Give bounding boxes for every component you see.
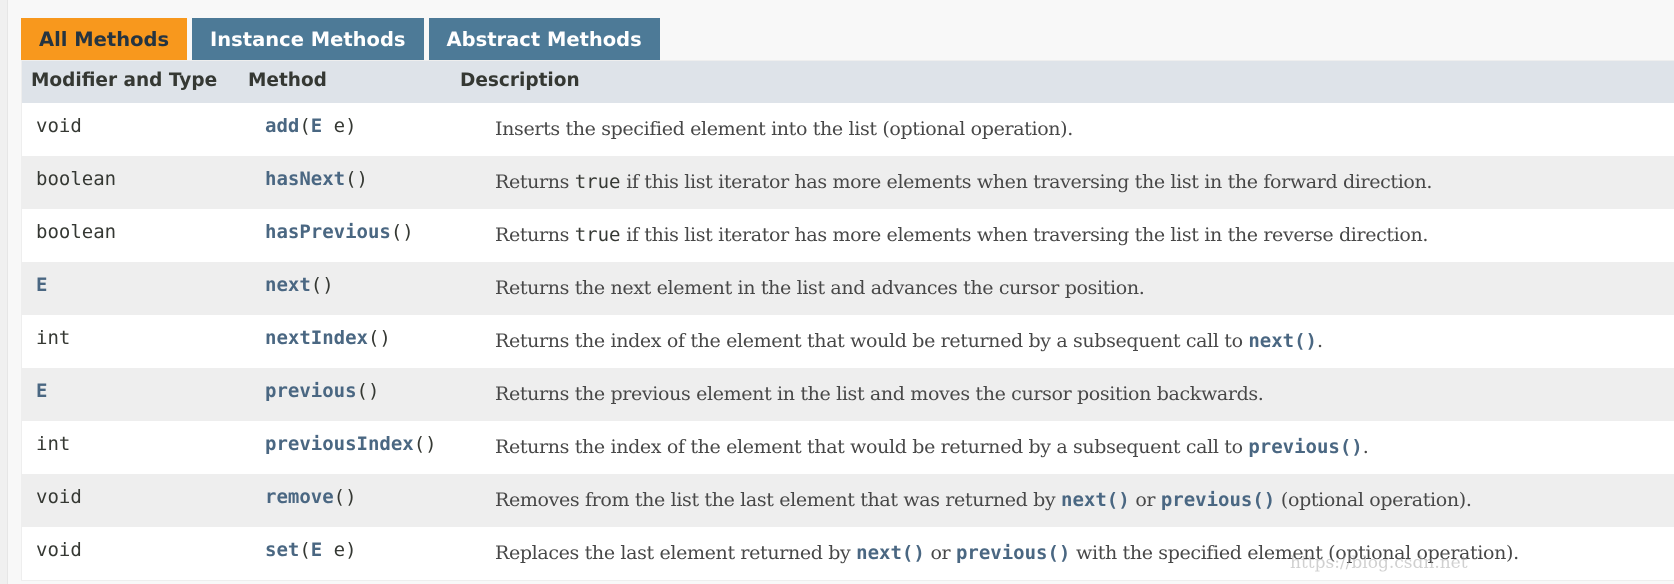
method-name-link[interactable]: next	[265, 274, 311, 296]
modifier-type: int	[36, 433, 71, 455]
param-text: ()	[333, 486, 357, 508]
method-signature: nextIndex()	[265, 327, 391, 349]
description-text: or	[924, 542, 956, 564]
param-text: (	[299, 115, 311, 137]
description-code-link[interactable]: next()	[856, 542, 925, 564]
description-text: .	[1362, 436, 1369, 458]
description-code-link[interactable]: previous()	[1161, 489, 1275, 511]
method-signature: previous()	[265, 380, 379, 402]
page-left-gutter	[0, 0, 8, 584]
method-signature: hasNext()	[265, 168, 368, 190]
table-row: void add(E e) Inserts the specified elemen…	[22, 103, 1674, 156]
method-summary-table: Modifier and Type Method Description voi…	[21, 60, 1674, 581]
method-name-link[interactable]: previousIndex	[265, 433, 414, 455]
description-text: Returns the index of the element that wo…	[495, 436, 1249, 458]
table-row: int previousIndex() Returns the index of t…	[22, 421, 1674, 474]
description-code-link[interactable]: previous()	[1248, 436, 1362, 458]
method-description: Removes from the list the last element t…	[495, 489, 1472, 511]
table-row: int nextIndex() Returns the index of the e…	[22, 315, 1674, 368]
tab-abstract-methods[interactable]: Abstract Methods	[428, 18, 660, 60]
description-text: with the specified element (optional ope…	[1070, 542, 1519, 564]
method-signature: previousIndex()	[265, 433, 437, 455]
param-text: ()	[345, 168, 368, 190]
method-description: Returns the next element in the list and…	[495, 277, 1145, 299]
table-body: void add(E e) Inserts the specified elemen…	[22, 103, 1674, 580]
method-name-link[interactable]: hasPrevious	[265, 221, 391, 243]
description-text: Inserts the specified element into the l…	[495, 118, 1073, 140]
method-description: Replaces the last element returned by ne…	[495, 542, 1519, 564]
modifier-type[interactable]: E	[36, 380, 47, 402]
method-name-link[interactable]: nextIndex	[265, 327, 368, 349]
table-header-row: Modifier and Type Method Description	[22, 61, 1674, 103]
table-row: Eprevious() Returns the previous element …	[22, 368, 1674, 421]
method-signature: next()	[265, 274, 334, 296]
description-text: Replaces the last element returned by	[495, 542, 857, 564]
method-description: Returns true if this list iterator has m…	[495, 224, 1428, 246]
description-code-link[interactable]: previous()	[956, 542, 1070, 564]
modifier-type: void	[36, 486, 82, 508]
method-description: Returns the index of the element that wo…	[495, 436, 1369, 458]
param-text: ()	[356, 380, 380, 402]
method-description: Inserts the specified element into the l…	[495, 118, 1073, 140]
param-text: ()	[390, 221, 414, 243]
description-text: if this list iterator has more elements …	[620, 171, 1433, 193]
table-row: boolean hasPrevious() Returns true if this…	[22, 209, 1674, 262]
method-name-link[interactable]: hasNext	[265, 168, 345, 190]
modifier-type: boolean	[36, 221, 117, 243]
modifier-type: void	[36, 539, 82, 561]
description-code-link[interactable]: next()	[1248, 330, 1317, 352]
param-text: ()	[310, 274, 334, 296]
method-name-link[interactable]: add	[265, 115, 299, 137]
table-row: void set(E e) Replaces the last element re…	[22, 527, 1674, 580]
column-header-description: Description	[460, 70, 580, 91]
method-signature: hasPrevious()	[265, 221, 414, 243]
method-filter-tabs: All Methods Instance Methods Abstract Me…	[21, 18, 660, 60]
method-signature: add(E e)	[265, 115, 357, 137]
table-row: Enext() Returns the next element in the l…	[22, 262, 1674, 315]
table-row: boolean hasNext() Returns true if this lis…	[22, 156, 1674, 209]
method-signature: set(E e)	[265, 539, 357, 561]
method-name-link[interactable]: remove	[265, 486, 334, 508]
param-text: e)	[322, 115, 357, 137]
description-text: Returns the next element in the list and…	[495, 277, 1145, 299]
method-name-link[interactable]: previous	[265, 380, 357, 402]
method-signature: remove()	[265, 486, 357, 508]
description-text: Returns	[495, 224, 575, 246]
method-name-link[interactable]: set	[265, 539, 299, 561]
column-header-method: Method	[248, 70, 327, 91]
param-type-link[interactable]: E	[311, 115, 322, 137]
description-code: true	[574, 224, 621, 246]
tab-instance-methods[interactable]: Instance Methods	[192, 18, 424, 60]
description-text: Returns the previous element in the list…	[495, 383, 1264, 405]
description-text: if this list iterator has more elements …	[620, 224, 1429, 246]
column-header-modifier-type: Modifier and Type	[31, 70, 218, 91]
description-text: Removes from the list the last element t…	[495, 489, 1061, 511]
param-text: ()	[367, 327, 391, 349]
modifier-type: void	[36, 115, 82, 137]
description-text: or	[1129, 489, 1161, 511]
modifier-type: int	[36, 327, 71, 349]
modifier-type: boolean	[36, 168, 117, 190]
description-text: (optional operation).	[1275, 489, 1472, 511]
description-code: true	[574, 171, 621, 193]
tab-all-methods[interactable]: All Methods	[21, 18, 188, 60]
description-code-link[interactable]: next()	[1061, 489, 1130, 511]
param-text: (	[299, 539, 311, 561]
param-text: e)	[322, 539, 357, 561]
description-text: .	[1317, 330, 1323, 352]
method-description: Returns the index of the element that wo…	[495, 330, 1323, 352]
method-description: Returns true if this list iterator has m…	[495, 171, 1432, 193]
table-row: void remove() Removes from the list the la…	[22, 474, 1674, 527]
description-text: Returns	[495, 171, 575, 193]
param-type-link[interactable]: E	[311, 539, 322, 561]
method-description: Returns the previous element in the list…	[495, 383, 1264, 405]
param-text: ()	[413, 433, 437, 455]
description-text: Returns the index of the element that wo…	[495, 330, 1249, 352]
modifier-type[interactable]: E	[36, 274, 47, 296]
